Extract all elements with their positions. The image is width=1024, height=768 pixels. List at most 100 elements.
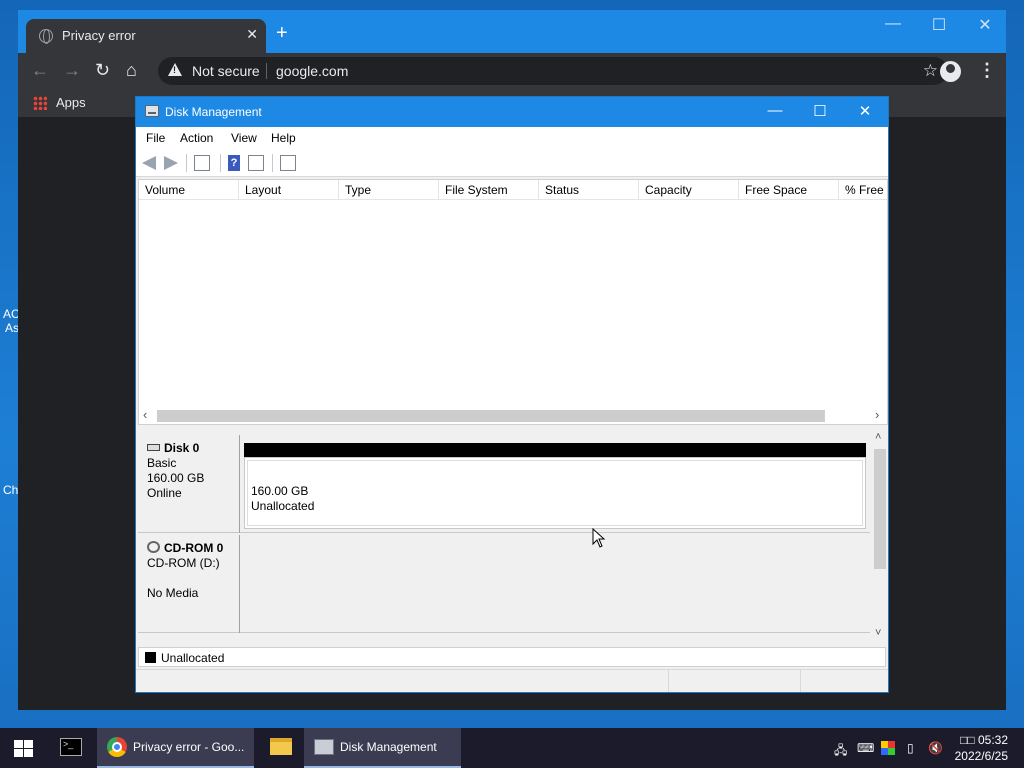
dm-titlebar[interactable]: Disk Management — ☐ ✕: [136, 97, 888, 127]
scroll-down-icon[interactable]: ˅: [875, 627, 881, 639]
forward-arrow-icon[interactable]: →: [63, 60, 81, 81]
profile-avatar-icon[interactable]: [940, 61, 961, 82]
column-header-file-system[interactable]: File System: [439, 180, 539, 200]
browser-close-button[interactable]: ✕: [962, 15, 1008, 35]
home-icon[interactable]: ⌂: [126, 60, 137, 81]
disk-size: 160.00 GB: [147, 471, 205, 485]
legend: Unallocated: [138, 647, 886, 667]
desktop-icon-label[interactable]: Ch: [3, 483, 18, 497]
column-header-capacity[interactable]: Capacity: [639, 180, 739, 200]
disk-management-icon: [145, 105, 159, 117]
apps-grid-icon[interactable]: [33, 96, 47, 110]
vertical-scrollbar[interactable]: ˄ ˅: [872, 431, 888, 641]
dm-close-button[interactable]: ✕: [842, 102, 888, 120]
tab-title: Privacy error: [62, 28, 136, 43]
taskbar-file-explorer[interactable]: [258, 728, 302, 768]
toolbar-divider: [186, 154, 187, 172]
scroll-right-icon[interactable]: ›: [875, 407, 879, 422]
security-indicator[interactable]: Not secure: [192, 63, 260, 79]
hard-disk-icon: [147, 444, 160, 451]
status-bar: [136, 669, 888, 692]
usb-drive-icon[interactable]: ▯: [907, 741, 914, 755]
disk-management-window: Disk Management — ☐ ✕ File Action View H…: [135, 96, 889, 693]
desktop-icon-label[interactable]: As: [5, 321, 19, 335]
disk-type: Basic: [147, 456, 177, 470]
taskbar-item-label: Disk Management: [340, 740, 437, 754]
menu-dots-icon[interactable]: ⋮: [978, 60, 996, 81]
dm-maximize-button[interactable]: ☐: [797, 102, 843, 120]
action-pane-icon[interactable]: [248, 155, 264, 171]
new-tab-button[interactable]: +: [276, 23, 288, 43]
warning-icon: [168, 63, 182, 76]
apps-bookmark[interactable]: Apps: [56, 95, 86, 110]
console-tree-icon[interactable]: [194, 155, 210, 171]
system-clock[interactable]: □□ 05:32 2022/6/25: [955, 732, 1008, 764]
partition-color-bar: [244, 443, 866, 457]
disk-status: No Media: [147, 586, 199, 600]
disk-name: CD-ROM 0: [164, 541, 224, 555]
keyboard-icon[interactable]: ⌨: [857, 741, 874, 755]
column-header-layout[interactable]: Layout: [239, 180, 339, 200]
partition-border: [247, 460, 863, 526]
menu-bar: File Action View Help: [136, 127, 888, 149]
disk-name: Disk 0: [164, 441, 200, 455]
column-header-volume[interactable]: Volume: [139, 180, 239, 200]
legend-label: Unallocated: [161, 651, 225, 665]
taskbar: >_ Privacy error - Goo... Disk Managemen…: [0, 728, 1024, 768]
back-arrow-icon[interactable]: [142, 156, 156, 170]
help-icon[interactable]: ?: [228, 155, 240, 171]
taskbar-disk-management[interactable]: Disk Management: [304, 728, 461, 768]
url-text[interactable]: google.com: [276, 63, 348, 79]
properties-icon[interactable]: [280, 155, 296, 171]
unallocated-partition[interactable]: 160.00 GB Unallocated: [244, 457, 866, 529]
disk-status: Online: [147, 486, 182, 500]
scroll-left-icon[interactable]: ‹: [143, 407, 147, 422]
clock-time: □□ 05:32: [960, 733, 1008, 747]
taskbar-terminal[interactable]: >_: [50, 728, 94, 768]
disk-info[interactable]: CD-ROM 0 CD-ROM (D:) No Media: [138, 535, 240, 633]
column-headers: Volume Layout Type File System Status Ca…: [139, 180, 887, 200]
browser-minimize-button[interactable]: —: [870, 15, 916, 33]
volume-list[interactable]: Volume Layout Type File System Status Ca…: [138, 179, 888, 425]
disk-management-icon: [314, 739, 334, 755]
browser-toolbar: ← → ↻ ⌂ Not secure google.com ☆ ⋮: [18, 53, 1006, 89]
globe-icon: [39, 29, 53, 44]
menu-action[interactable]: Action: [180, 131, 213, 145]
browser-maximize-button[interactable]: ☐: [916, 15, 962, 35]
column-header-percent-free[interactable]: % Free: [839, 180, 887, 200]
disk-type: CD-ROM (D:): [147, 556, 220, 570]
horizontal-scrollbar[interactable]: ‹ ›: [139, 407, 887, 424]
status-cell: [668, 670, 800, 692]
scrollbar-thumb[interactable]: [157, 410, 825, 422]
bookmark-star-icon[interactable]: ☆: [923, 61, 938, 81]
column-header-type[interactable]: Type: [339, 180, 439, 200]
column-header-status[interactable]: Status: [539, 180, 639, 200]
volume-muted-icon[interactable]: 🔇: [928, 741, 943, 755]
reload-icon[interactable]: ↻: [95, 60, 110, 81]
scroll-up-icon[interactable]: ˄: [875, 431, 881, 443]
forward-arrow-icon[interactable]: [164, 156, 178, 170]
menu-file[interactable]: File: [146, 131, 165, 145]
browser-titlebar: Privacy error ✕ + — ☐ ✕: [18, 10, 1006, 53]
menu-help[interactable]: Help: [271, 131, 296, 145]
windows-start-icon[interactable]: [14, 740, 34, 758]
toolbar-divider: [220, 154, 221, 172]
taskbar-chrome[interactable]: Privacy error - Goo...: [97, 728, 254, 768]
menu-view[interactable]: View: [231, 131, 257, 145]
tab-close-icon[interactable]: ✕: [246, 26, 258, 43]
scrollbar-thumb[interactable]: [874, 449, 886, 569]
dm-minimize-button[interactable]: —: [752, 102, 798, 119]
disk-info[interactable]: Disk 0 Basic 160.00 GB Online: [138, 435, 240, 533]
folder-icon: [270, 738, 292, 755]
disk-row[interactable]: Disk 0 Basic 160.00 GB Online 160.00 GB …: [138, 435, 870, 533]
address-bar[interactable]: Not secure google.com ☆: [158, 57, 948, 85]
window-title: Disk Management: [165, 105, 262, 119]
browser-tab[interactable]: Privacy error ✕: [26, 19, 266, 53]
status-cell: [800, 670, 888, 692]
back-arrow-icon[interactable]: ←: [31, 60, 49, 81]
disk-row[interactable]: CD-ROM 0 CD-ROM (D:) No Media: [138, 535, 870, 633]
network-icon[interactable]: 🖧: [834, 741, 847, 762]
column-header-free-space[interactable]: Free Space: [739, 180, 839, 200]
mouse-cursor-icon: [592, 528, 606, 548]
color-palette-icon[interactable]: [881, 741, 895, 755]
